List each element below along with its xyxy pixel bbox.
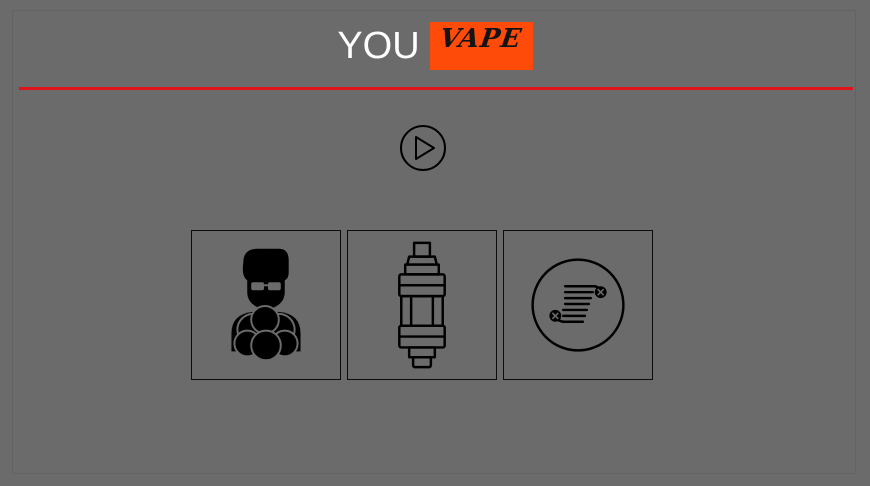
vaper-smoke-icon: [231, 248, 301, 362]
app-header: YOU VAPE: [0, 20, 870, 72]
title-prefix: YOU: [337, 25, 420, 67]
title-badge: VAPE: [429, 22, 533, 70]
play-button[interactable]: [399, 124, 447, 172]
tile-tank[interactable]: [347, 230, 497, 380]
title-badge-text: VAPE: [438, 24, 525, 54]
coil-icon: [531, 258, 625, 352]
tile-vaper[interactable]: [191, 230, 341, 380]
tank-atomizer-icon: [398, 241, 446, 369]
tile-coil[interactable]: [503, 230, 653, 380]
tile-row: [191, 230, 653, 380]
header-divider: [19, 87, 853, 90]
play-circle-icon: [400, 125, 446, 171]
